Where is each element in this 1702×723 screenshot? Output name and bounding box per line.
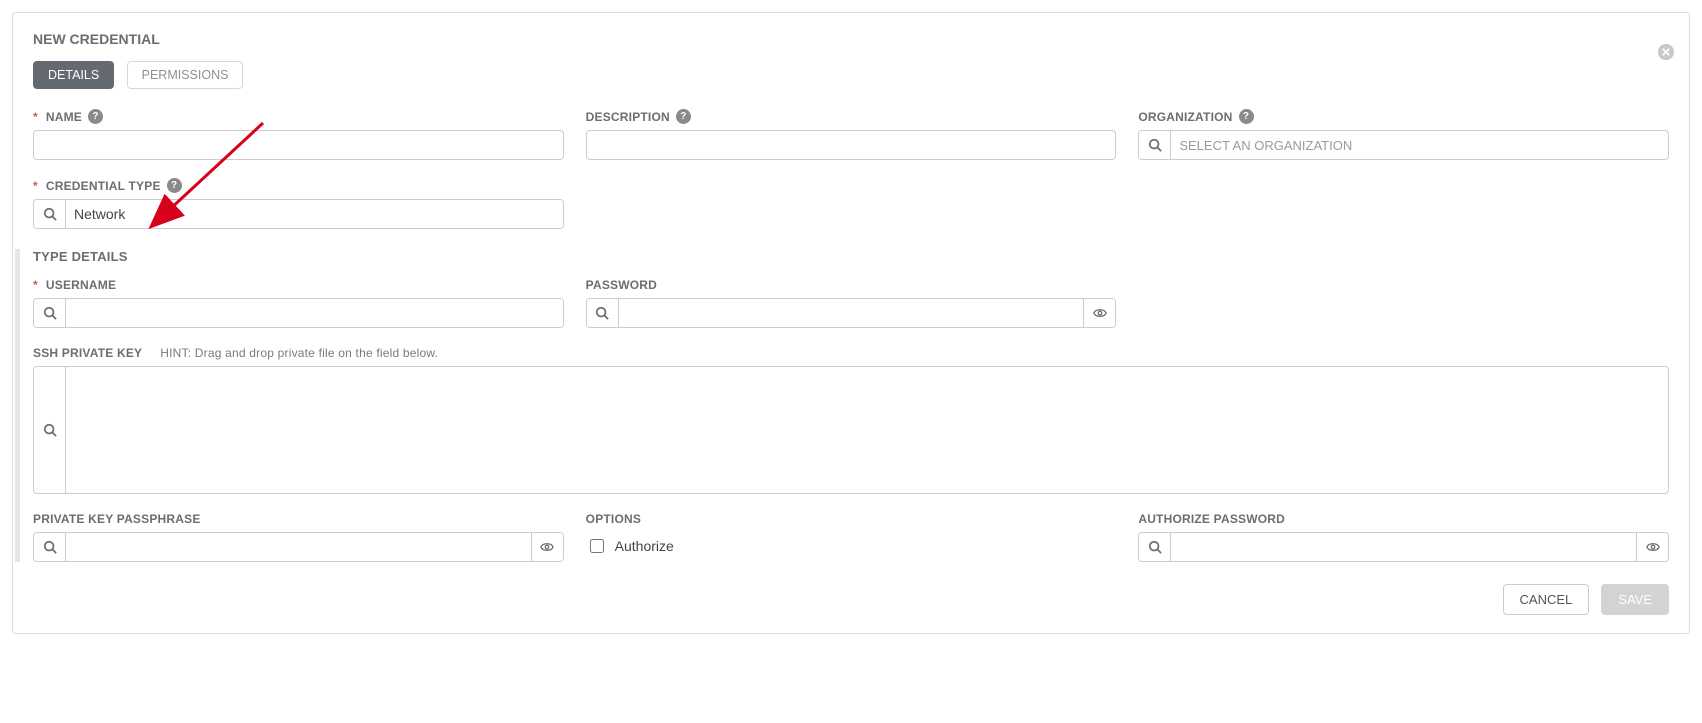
help-icon[interactable]: ? <box>676 109 691 124</box>
auth-password-label: AUTHORIZE PASSWORD <box>1138 512 1285 526</box>
organization-label: ORGANIZATION <box>1138 110 1232 124</box>
ssh-key-group: SSH PRIVATE KEY HINT: Drag and drop priv… <box>33 346 1669 494</box>
new-credential-panel: NEW CREDENTIAL DETAILS PERMISSIONS * NAM… <box>12 12 1690 634</box>
tab-permissions[interactable]: PERMISSIONS <box>127 61 244 89</box>
credential-type-group: * CREDENTIAL TYPE ? <box>33 178 564 229</box>
organization-group: ORGANIZATION ? <box>1138 109 1669 160</box>
authorize-label: Authorize <box>615 538 674 554</box>
eye-icon[interactable] <box>531 533 563 561</box>
username-input[interactable] <box>66 299 563 327</box>
search-icon[interactable] <box>34 367 66 493</box>
credential-type-label: CREDENTIAL TYPE <box>46 179 161 193</box>
tab-details[interactable]: DETAILS <box>33 61 114 89</box>
password-input[interactable] <box>619 299 1084 327</box>
ssh-key-label: SSH PRIVATE KEY <box>33 346 142 360</box>
help-icon[interactable]: ? <box>88 109 103 124</box>
ssh-key-textarea[interactable] <box>66 367 1668 493</box>
description-input[interactable] <box>586 130 1117 160</box>
required-marker: * <box>33 110 38 124</box>
footer: CANCEL SAVE <box>33 584 1669 615</box>
password-group: PASSWORD <box>586 278 1117 328</box>
username-group: * USERNAME <box>33 278 564 328</box>
ssh-key-hint: HINT: Drag and drop private file on the … <box>160 346 438 360</box>
eye-icon[interactable] <box>1636 533 1668 561</box>
authorize-checkbox-row[interactable]: Authorize <box>586 536 1117 556</box>
description-label: DESCRIPTION <box>586 110 670 124</box>
required-marker: * <box>33 179 38 193</box>
description-group: DESCRIPTION ? <box>586 109 1117 160</box>
search-icon[interactable] <box>34 200 66 228</box>
help-icon[interactable]: ? <box>167 178 182 193</box>
options-group: OPTIONS Authorize <box>586 512 1117 562</box>
search-icon[interactable] <box>34 533 66 561</box>
tabs: DETAILS PERMISSIONS <box>33 61 1669 89</box>
eye-icon[interactable] <box>1083 299 1115 327</box>
passphrase-label: PRIVATE KEY PASSPHRASE <box>33 512 201 526</box>
authorize-checkbox[interactable] <box>590 539 604 553</box>
credential-type-input[interactable] <box>66 200 563 228</box>
auth-password-input[interactable] <box>1171 533 1636 561</box>
username-label: USERNAME <box>46 278 116 292</box>
organization-input[interactable] <box>1171 131 1668 159</box>
password-label: PASSWORD <box>586 278 657 292</box>
panel-title: NEW CREDENTIAL <box>33 31 1669 47</box>
options-label: OPTIONS <box>586 512 641 526</box>
type-details-title: TYPE DETAILS <box>33 249 1669 264</box>
search-icon[interactable] <box>587 299 619 327</box>
type-details-section: TYPE DETAILS * USERNAME PASSWORD <box>15 249 1669 562</box>
name-label: NAME <box>46 110 82 124</box>
cancel-button[interactable]: CANCEL <box>1503 584 1590 615</box>
save-button[interactable]: SAVE <box>1601 584 1669 615</box>
search-icon[interactable] <box>34 299 66 327</box>
name-input[interactable] <box>33 130 564 160</box>
name-group: * NAME ? <box>33 109 564 160</box>
close-icon[interactable] <box>1657 43 1675 61</box>
help-icon[interactable]: ? <box>1239 109 1254 124</box>
search-icon[interactable] <box>1139 533 1171 561</box>
search-icon[interactable] <box>1139 131 1171 159</box>
auth-password-group: AUTHORIZE PASSWORD <box>1138 512 1669 562</box>
required-marker: * <box>33 278 38 292</box>
passphrase-group: PRIVATE KEY PASSPHRASE <box>33 512 564 562</box>
passphrase-input[interactable] <box>66 533 531 561</box>
